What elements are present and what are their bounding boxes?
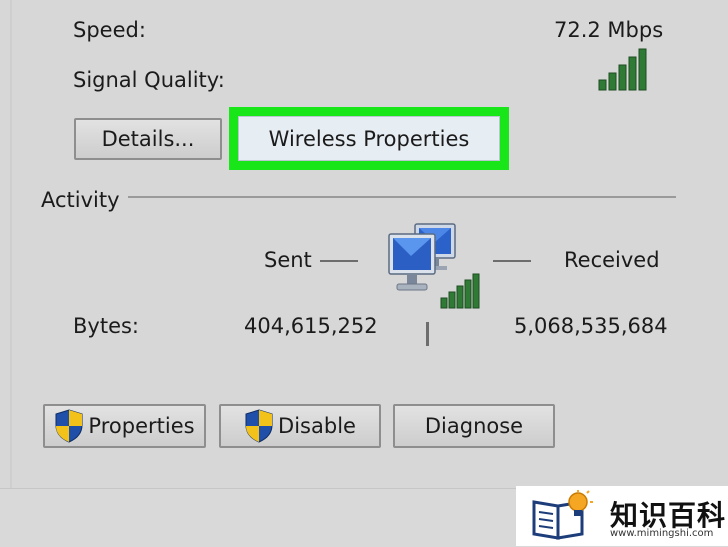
bytes-received-value: 5,068,535,684 — [514, 314, 668, 338]
disable-button-label: Disable — [278, 414, 356, 438]
sent-label: Sent — [264, 248, 312, 272]
signal-quality-label: Signal Quality: — [73, 68, 225, 92]
book-lightbulb-icon — [532, 490, 593, 540]
wireless-properties-button[interactable]: Wireless Properties — [238, 116, 500, 161]
received-label: Received — [564, 248, 660, 272]
panel-left-border — [10, 0, 12, 488]
activity-section-label: Activity — [41, 188, 120, 212]
properties-button[interactable]: Properties — [43, 404, 206, 448]
activity-divider — [128, 196, 676, 198]
signal-strength-icon — [598, 48, 647, 91]
bytes-separator — [426, 322, 429, 346]
watermark-url: www.mimingshi.com — [610, 528, 714, 539]
speed-value: 72.2 Mbps — [554, 18, 664, 42]
network-computers-icon — [388, 223, 480, 309]
bytes-label: Bytes: — [73, 314, 140, 338]
disable-button[interactable]: Disable — [219, 404, 381, 448]
details-button[interactable]: Details... — [74, 118, 222, 160]
sent-connector-line — [320, 260, 358, 262]
shield-icon — [55, 409, 83, 443]
properties-button-label: Properties — [88, 414, 195, 438]
bytes-sent-value: 404,615,252 — [244, 314, 378, 338]
wireless-properties-label: Wireless Properties — [268, 126, 470, 151]
speed-label: Speed: — [73, 18, 146, 42]
received-connector-line — [493, 260, 531, 262]
diagnose-button-label: Diagnose — [424, 414, 524, 438]
details-button-label: Details... — [101, 127, 195, 151]
shield-icon — [245, 409, 273, 443]
diagnose-button[interactable]: Diagnose — [393, 404, 555, 448]
